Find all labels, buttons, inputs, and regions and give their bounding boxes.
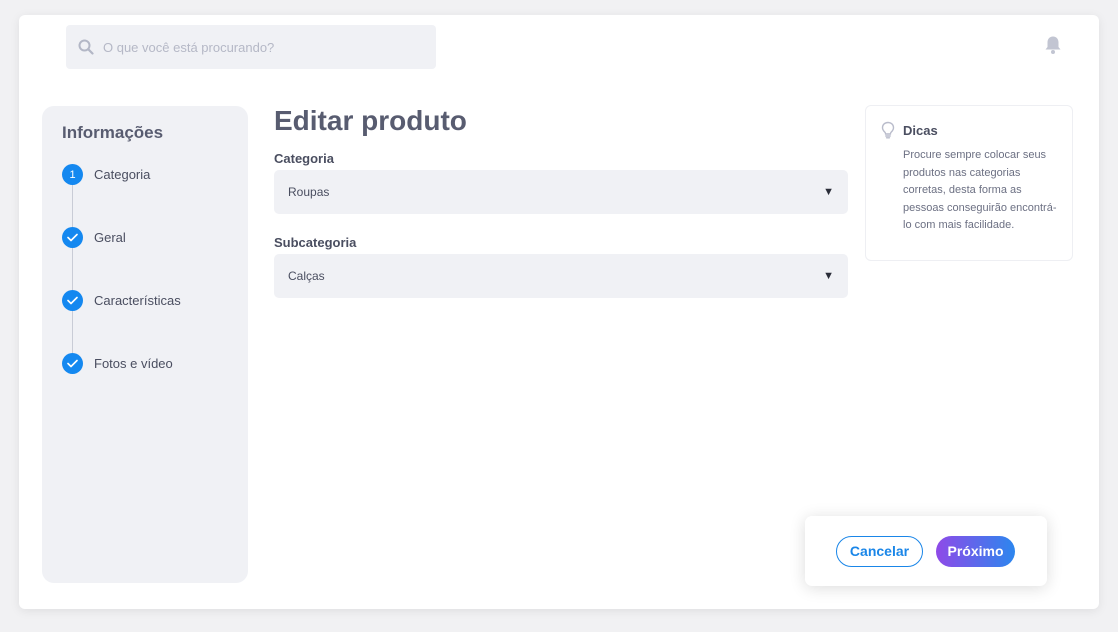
search-box[interactable] [66,25,436,69]
step-label: Fotos e vídeo [94,356,173,371]
page-title: Editar produto [274,105,467,136]
step-label: Características [94,293,181,308]
categoria-label: Categoria [274,151,334,166]
tips-text: Procure sempre colocar seus produtos nas… [903,149,1057,231]
select-value: Calças [288,269,325,283]
bell-icon[interactable] [1044,35,1062,55]
tips-title: Dicas [903,122,938,138]
step-connector [72,311,73,353]
step-fotos-video[interactable]: Fotos e vídeo [62,353,228,383]
cancel-button[interactable]: Cancelar [836,535,923,567]
step-label: Categoria [94,167,151,182]
check-icon [62,227,83,248]
action-bar: Cancelar Próximo [805,516,1047,586]
caret-down-icon: ▼ [823,186,834,198]
sidebar-title: Informações [62,123,164,142]
search-icon [78,39,94,55]
lightbulb-icon [880,121,896,139]
step-categoria[interactable]: 1 Categoria [62,164,228,227]
tips-header: Dicas [880,121,1058,139]
step-label: Geral [94,230,126,245]
search-input[interactable] [103,39,423,55]
step-connector [72,185,73,227]
caret-down-icon: ▼ [823,270,834,282]
steps-sidebar: Informações 1 Categoria Geral Caracterís… [42,106,248,583]
app-window: Informações 1 Categoria Geral Caracterís… [19,15,1099,609]
subcategoria-label: Subcategoria [274,235,357,250]
check-icon [62,290,83,311]
step-geral[interactable]: Geral [62,227,228,290]
select-value: Roupas [288,185,330,199]
step-connector [72,248,73,290]
subcategoria-select[interactable]: Calças ▼ [274,254,848,298]
next-button[interactable]: Próximo [936,535,1015,567]
tips-card: Dicas Procure sempre colocar seus produt… [865,105,1073,261]
main-content: Editar produto Categoria Roupas ▼ Subcat… [274,105,848,319]
categoria-select[interactable]: Roupas ▼ [274,170,848,214]
step-number-badge: 1 [62,164,83,185]
step-caracteristicas[interactable]: Características [62,290,228,353]
check-icon [62,353,83,374]
